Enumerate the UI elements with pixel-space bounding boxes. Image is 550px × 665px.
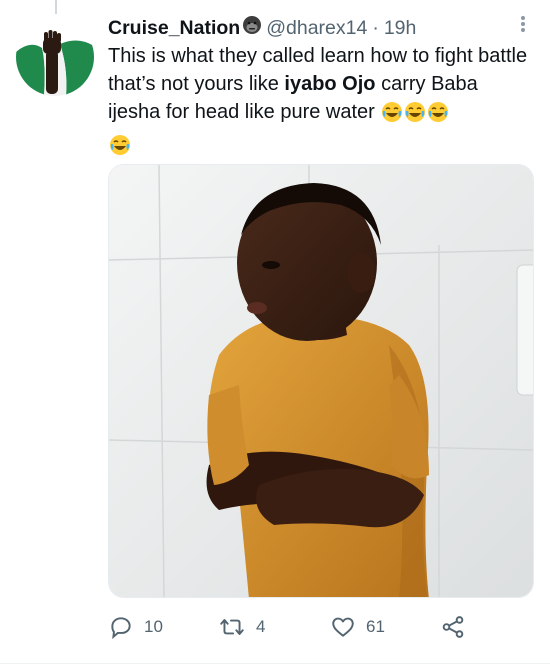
- separator-dot: ·: [372, 16, 379, 39]
- share-button[interactable]: [440, 612, 466, 642]
- like-button[interactable]: 61: [330, 612, 385, 642]
- tweet-text-bold: iyabo Ojo: [284, 73, 376, 95]
- laughing-emoji-icon: [109, 134, 131, 164]
- tweet-actions-bar: 10 4 61: [108, 612, 538, 642]
- thread-line: [55, 0, 57, 14]
- divider: [0, 663, 550, 664]
- reply-icon: [108, 614, 134, 640]
- reply-count: 10: [144, 617, 163, 636]
- heart-icon: [330, 614, 356, 640]
- gorilla-emoji-icon: [242, 15, 262, 41]
- display-name[interactable]: Cruise_Nation: [108, 17, 240, 40]
- avatar-image: [16, 18, 94, 96]
- laughing-emoji-icon: [404, 101, 426, 131]
- reply-button[interactable]: 10: [108, 612, 163, 642]
- like-count: 61: [366, 617, 385, 636]
- more-options-icon[interactable]: [516, 12, 530, 36]
- user-handle[interactable]: @dharex14: [266, 17, 367, 40]
- retweet-count: 4: [256, 617, 266, 636]
- laughing-emoji-icon: [381, 101, 403, 131]
- retweet-icon: [218, 614, 246, 640]
- tweet-media-photo[interactable]: [108, 164, 534, 598]
- laughing-emoji-icon: [427, 101, 449, 131]
- media-image: [109, 165, 533, 597]
- tweet-header: Cruise_Nation @dharex14 · 19h: [108, 14, 526, 42]
- avatar[interactable]: [16, 18, 94, 96]
- tweet-text: This is what they called learn how to fi…: [108, 42, 528, 164]
- retweet-button[interactable]: 4: [218, 612, 265, 642]
- share-icon: [440, 614, 466, 640]
- timestamp[interactable]: 19h: [384, 17, 417, 40]
